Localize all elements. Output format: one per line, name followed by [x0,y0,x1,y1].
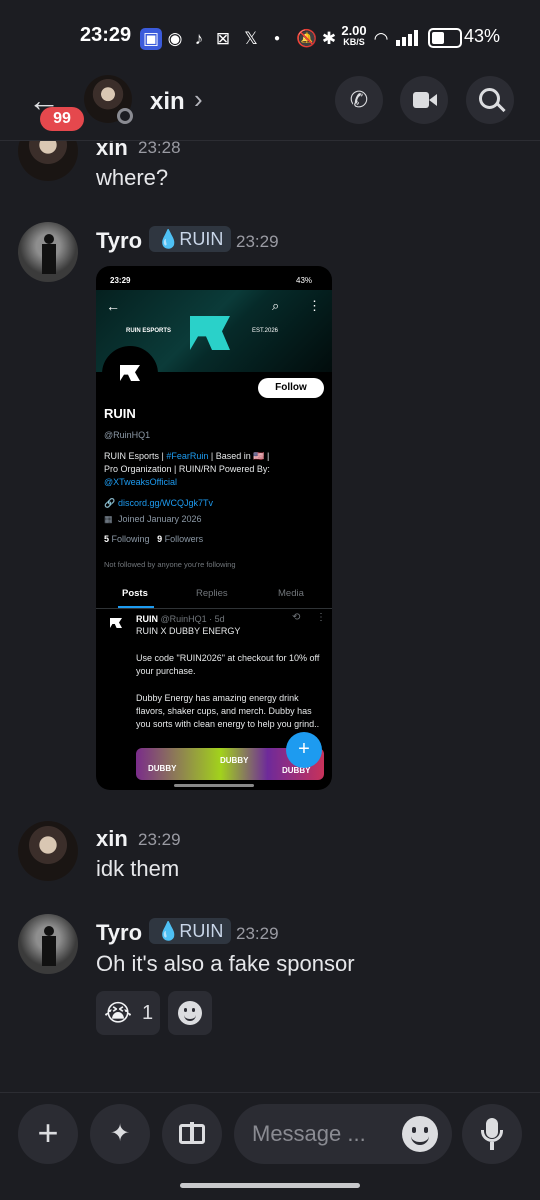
message-author[interactable]: Tyro [96,228,142,254]
video-call-button[interactable] [400,76,448,124]
chat-header: ← 99 xin › ✆ [0,70,540,141]
repost-icon: ⟲ [292,612,301,623]
message-author[interactable]: Tyro [96,920,142,946]
message-text: idk them [96,856,180,881]
avatar[interactable] [18,222,78,282]
reaction-count: 1 [142,1002,154,1024]
status-offline-icon [117,108,133,124]
signal-icon [396,30,420,46]
message-placeholder: Message ... [252,1121,366,1146]
profile-avatar [102,346,158,402]
x-icon: 𝕏 [244,29,258,48]
battery-icon [428,28,462,48]
bluetooth-icon: ✱ [321,29,337,48]
message-author[interactable]: xin [96,141,128,161]
home-indicator [174,784,254,787]
more-icon[interactable]: ⋮ [308,298,321,314]
ruin-logo-icon [190,316,230,350]
tab-media[interactable]: Media [278,588,304,599]
back-arrow-icon[interactable]: ← [106,298,120,314]
message-timestamp: 23:29 [236,924,279,943]
clan-tag[interactable]: 💧RUIN [149,918,232,944]
compose-plus-icon[interactable]: + [286,732,322,768]
link-icon: 🔗 [104,498,116,508]
more-icon: ⋮ [316,612,326,623]
message-group[interactable]: xin 23:28 where? [0,141,540,201]
status-bar: 23:29 ▣ ◉ ♪ ⊠ 𝕏 ● 🔕 ✱ 2.00 KB/S ◠ 43% [0,0,540,70]
gift-button[interactable] [162,1104,222,1164]
post-header: RUIN @RuinHQ1 · 5d [136,614,225,624]
capcut-icon: ⊠ [215,29,231,48]
wifi-icon: ◠ [373,29,389,48]
avatar[interactable] [18,914,78,974]
message-input[interactable]: Message ... [234,1104,452,1164]
smiley-icon [178,1001,202,1025]
video-camera-icon [413,92,429,108]
follow-stats: 5 Following 9 Followers [104,534,204,544]
phone-icon: ✆ [349,87,369,112]
message-text: where? [96,165,169,190]
apps-button[interactable]: ✦ [90,1104,150,1164]
voice-message-button[interactable] [462,1104,522,1164]
mute-bell-icon: 🔕 [296,29,318,48]
calendar-icon: ▦ [104,514,113,524]
discord-icon: ◉ [167,29,183,48]
chat-title[interactable]: xin [150,88,185,116]
clan-tag[interactable]: 💧RUIN [149,226,232,252]
reaction-chip[interactable]: 😭 1 [96,991,160,1035]
voice-call-button[interactable]: ✆ [335,76,383,124]
tab-posts[interactable]: Posts [122,588,148,599]
message-timestamp: 23:29 [236,232,279,251]
gesture-bar [180,1183,360,1188]
droplet-icon: 💧 [157,921,180,941]
chevron-right-icon[interactable]: › [194,84,203,115]
battery-percent: 43% [464,26,501,46]
tab-replies[interactable]: Replies [196,588,228,599]
droplet-icon: 💧 [157,229,180,249]
plus-icon: + [37,1112,59,1153]
tiktok-icon: ♪ [194,29,204,48]
avatar[interactable] [18,821,78,881]
add-attachment-button[interactable]: + [18,1104,78,1164]
message-timestamp: 23:28 [138,141,181,157]
message-author[interactable]: xin [96,826,128,852]
profile-tabs: Posts Replies Media [96,584,332,609]
app-notification-icon: ▣ [140,28,162,50]
net-speed: 2.00 KB/S [341,23,367,47]
profile-bio: RUIN Esports | #FearRuin | Based in 🇺🇸 |… [104,451,270,487]
unread-badge: 99 [40,107,84,131]
ruin-logo-icon [110,618,122,628]
status-time: 23:29 [80,24,132,46]
profile-link[interactable]: discord.gg/WCQJgk7Tv [118,498,213,508]
search-button[interactable] [466,76,514,124]
avatar[interactable] [18,141,78,181]
image-attachment[interactable]: 23:29 43% RUIN ESPORTS EST.2026 ← ⌕ ⋮ Fo… [96,266,332,790]
search-icon[interactable]: ⌕ [272,298,279,314]
add-reaction-button[interactable] [168,991,212,1035]
message-text: Oh it's also a fake sponsor [96,951,355,976]
dot-icon: ● [273,33,281,44]
emoji-picker-icon[interactable] [402,1116,438,1152]
ruin-logo-icon [120,365,140,381]
follow-button[interactable]: Follow [258,378,324,398]
apps-icon: ✦ [109,1120,131,1147]
loudly-crying-emoji: 😭 [104,1000,133,1027]
message-timestamp: 23:29 [138,830,181,849]
